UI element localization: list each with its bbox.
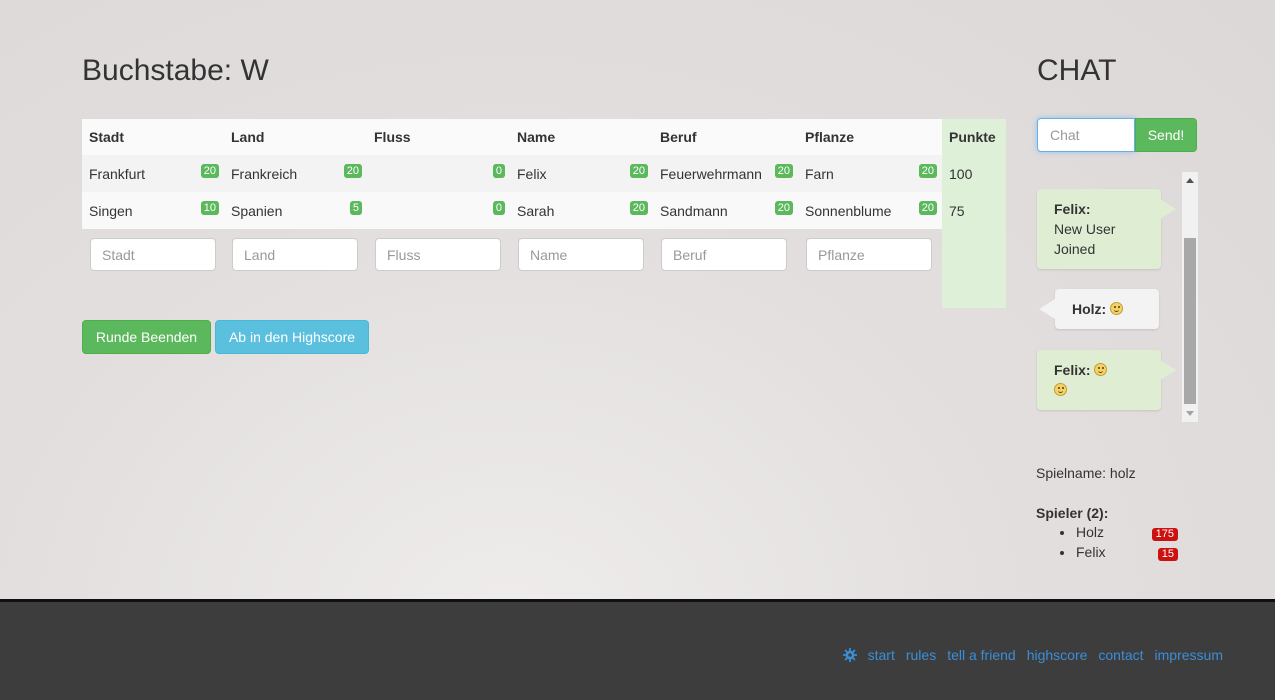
footer-nav: start rules tell a friend highscore cont… <box>842 647 1223 663</box>
header-beruf: Beruf <box>653 119 798 155</box>
chat-message: Holz: <box>1039 289 1159 329</box>
footer-link-start[interactable]: start <box>868 647 895 663</box>
smiley-icon <box>1094 363 1108 376</box>
gear-icon <box>842 648 857 662</box>
answer-text: Sarah <box>517 202 555 219</box>
player-name: Felix <box>1076 544 1106 560</box>
table-row: Singen 10 Spanien 5 0 Sarah 20 Sandmann 20 S… <box>82 192 1006 229</box>
score-badge: 20 <box>918 201 937 215</box>
table-cell: Sarah 20 <box>510 192 653 229</box>
beruf-input[interactable] <box>661 238 787 271</box>
points-cell <box>942 229 1006 308</box>
footer: start rules tell a friend highscore cont… <box>0 599 1275 700</box>
chat-title: CHAT <box>1037 54 1117 87</box>
chat-scrollbar[interactable] <box>1182 172 1198 422</box>
score-badge: 10 <box>200 201 219 215</box>
score-badge: 20 <box>918 164 937 178</box>
message-author: Felix: <box>1054 201 1091 217</box>
message-text: New User Joined <box>1054 221 1116 257</box>
score-badge: 20 <box>629 164 648 178</box>
header-land: Land <box>224 119 367 155</box>
score-badge: 0 <box>492 201 505 215</box>
stadt-input[interactable] <box>90 238 216 271</box>
player-name: Holz <box>1076 524 1105 540</box>
fluss-input[interactable] <box>375 238 501 271</box>
table-cell: Feuerwehrmann 20 <box>653 155 798 192</box>
answer-input-row <box>82 229 1006 308</box>
scroll-up-icon[interactable] <box>1186 178 1194 183</box>
players-label: Spieler (2): <box>1036 505 1109 521</box>
answer-text: Sonnenblume <box>805 202 892 219</box>
scroll-thumb[interactable] <box>1184 238 1196 404</box>
message-author: Felix: <box>1054 362 1091 378</box>
header-punkte: Punkte <box>942 119 1006 155</box>
chat-message: Felix: New User Joined <box>1037 189 1176 269</box>
score-badge: 5 <box>349 201 362 215</box>
header-pflanze: Pflanze <box>798 119 942 155</box>
table-cell <box>82 229 224 308</box>
footer-link-highscore[interactable]: highscore <box>1027 647 1088 663</box>
score-badge: 20 <box>200 164 219 178</box>
game-name: Spielname: holz <box>1036 465 1136 481</box>
answer-text: Spanien <box>231 202 283 219</box>
score-badge: 20 <box>774 164 793 178</box>
table-cell: Spanien 5 <box>224 192 367 229</box>
footer-link-rules[interactable]: rules <box>906 647 936 663</box>
score-badge: 0 <box>492 164 505 178</box>
highscore-button[interactable]: Ab in den Highscore <box>215 320 369 354</box>
end-round-button[interactable]: Runde Beenden <box>82 320 211 354</box>
answer-text: Farn <box>805 165 834 182</box>
table-cell: 0 <box>367 192 510 229</box>
land-input[interactable] <box>232 238 358 271</box>
table-cell: Frankreich 20 <box>224 155 367 192</box>
pflanze-input[interactable] <box>806 238 932 271</box>
answer-text: Felix <box>517 165 547 182</box>
footer-link-contact[interactable]: contact <box>1098 647 1143 663</box>
tongue-smiley-icon <box>1110 302 1124 315</box>
table-cell: Frankfurt 20 <box>82 155 224 192</box>
footer-link-impressum[interactable]: impressum <box>1155 647 1223 663</box>
message-author: Holz: <box>1072 301 1107 317</box>
table-cell <box>224 229 367 308</box>
footer-link-tell-a-friend[interactable]: tell a friend <box>947 647 1015 663</box>
player-score-badge: 15 <box>1157 548 1178 561</box>
player-list-item: Felix 15 <box>1060 543 1178 563</box>
answer-text: Frankreich <box>231 165 298 182</box>
points-cell: 100 <box>942 155 1006 192</box>
table-header-row: Stadt Land Fluss Name Beruf Pflanze Punk… <box>82 119 1006 155</box>
player-score-badge: 175 <box>1151 528 1178 541</box>
answers-table: Stadt Land Fluss Name Beruf Pflanze Punk… <box>82 119 1006 308</box>
answer-text: Feuerwehrmann <box>660 165 762 182</box>
answer-text: Sandmann <box>660 202 728 219</box>
player-list-item: Holz 175 <box>1060 523 1178 543</box>
page-title: Buchstabe: W <box>82 54 269 87</box>
score-badge: 20 <box>629 201 648 215</box>
header-fluss: Fluss <box>367 119 510 155</box>
table-cell <box>653 229 798 308</box>
scroll-down-icon[interactable] <box>1186 411 1194 416</box>
table-cell: Singen 10 <box>82 192 224 229</box>
smiley-icon <box>1054 383 1067 396</box>
answer-text: Singen <box>89 202 133 219</box>
table-cell: 0 <box>367 155 510 192</box>
table-cell: Sonnenblume 20 <box>798 192 942 229</box>
header-stadt: Stadt <box>82 119 224 155</box>
table-cell <box>367 229 510 308</box>
table-cell: Sandmann 20 <box>653 192 798 229</box>
score-badge: 20 <box>343 164 362 178</box>
answer-text: Frankfurt <box>89 165 146 182</box>
header-name: Name <box>510 119 653 155</box>
chat-messages[interactable]: Felix: New User Joined Holz: Felix: <box>1037 172 1198 422</box>
table-cell: Felix 20 <box>510 155 653 192</box>
chat-message: Felix: <box>1037 350 1176 410</box>
name-input[interactable] <box>518 238 644 271</box>
score-badge: 20 <box>774 201 793 215</box>
send-button[interactable]: Send! <box>1135 118 1197 152</box>
table-cell: Farn 20 <box>798 155 942 192</box>
chat-input[interactable] <box>1037 118 1135 152</box>
table-cell <box>798 229 942 308</box>
table-cell <box>510 229 653 308</box>
table-row: Frankfurt 20 Frankreich 20 0 Felix 20 Feuer… <box>82 155 1006 192</box>
points-cell: 75 <box>942 192 1006 229</box>
